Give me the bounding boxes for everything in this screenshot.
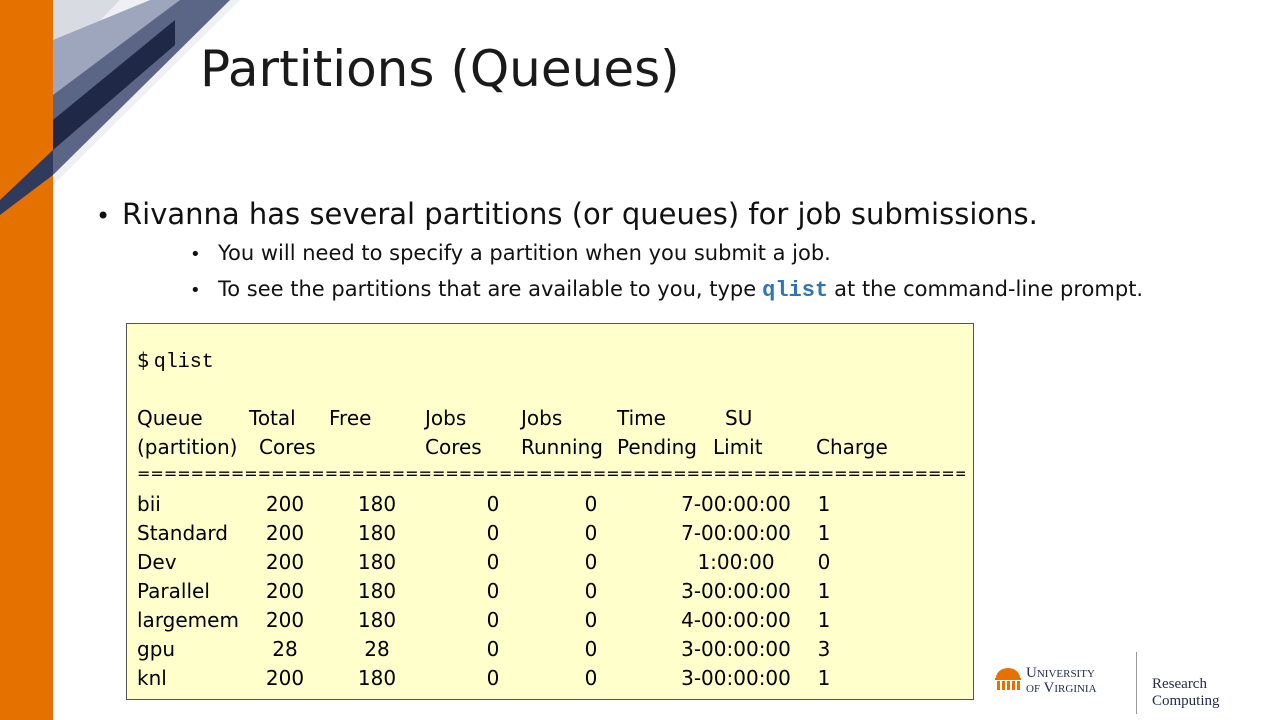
header-jobs-1: Jobs	[425, 406, 467, 430]
command-text: qlist	[153, 351, 214, 374]
jobs-cores: 0	[486, 579, 500, 603]
queue-name: knl	[137, 666, 167, 690]
jobs-cores: 0	[486, 492, 500, 516]
main-bullet-text: Rivanna has several partitions (or queue…	[122, 197, 1038, 231]
queue-name: largemem	[137, 608, 239, 632]
sub-bullet-2-text: To see the partitions that are available…	[218, 277, 757, 301]
header-queue: Queue	[137, 406, 203, 430]
free-cores: 180	[357, 608, 397, 632]
jobs-cores: 0	[486, 521, 500, 545]
queue-name: gpu	[137, 637, 176, 661]
header-cores-2: Cores	[425, 435, 482, 459]
rotunda-icon	[995, 668, 1021, 690]
su-charge: 1	[817, 579, 831, 603]
su-charge: 3	[817, 637, 831, 661]
queue-name: bii	[137, 492, 161, 516]
terminal-output-box: $ qlist Queue Total Free Jobs Jobs Time S…	[126, 323, 974, 700]
su-charge: 0	[817, 550, 831, 574]
sub-bullet-1-text: You will need to specify a partition whe…	[218, 241, 831, 265]
header-time: Time	[617, 406, 666, 430]
sub-bullet-1: • You will need to specify a partition w…	[190, 241, 1206, 277]
header-free: Free	[329, 406, 372, 430]
free-cores: 28	[364, 637, 390, 661]
free-cores: 180	[357, 550, 397, 574]
queue-name: Parallel	[137, 579, 210, 603]
header-cores: Cores	[259, 435, 316, 459]
prompt-symbol: $	[137, 348, 150, 372]
time-limit: 3-00:00:00	[681, 579, 791, 603]
main-bullet: • Rivanna has several partitions (or que…	[96, 197, 1206, 231]
time-limit: 7-00:00:00	[681, 521, 791, 545]
total-cores: 200	[265, 521, 305, 545]
command-prompt: $ qlist	[137, 348, 214, 374]
su-charge: 1	[817, 521, 831, 545]
bullet-dot: •	[96, 202, 111, 230]
total-cores: 200	[265, 492, 305, 516]
header-jobs-2: Jobs	[521, 406, 563, 430]
logo-divider	[1136, 652, 1137, 714]
bullet-list: • Rivanna has several partitions (or que…	[96, 197, 1206, 313]
university-line-1: University	[1026, 665, 1095, 681]
header-running: Running	[521, 435, 603, 459]
header-charge: Charge	[816, 435, 888, 459]
time-limit: 3-00:00:00	[681, 666, 791, 690]
header-partition: (partition)	[137, 435, 238, 459]
total-cores: 200	[265, 579, 305, 603]
university-wordmark: University of Virginia	[1026, 666, 1097, 696]
decorative-stripes	[0, 0, 240, 215]
separator-line: ========================================…	[137, 464, 965, 483]
time-limit: 3-00:00:00	[681, 637, 791, 661]
sub-bullet-2-text-end: at the command-line prompt.	[834, 277, 1144, 301]
total-cores: 28	[272, 637, 298, 661]
jobs-running: 0	[584, 521, 598, 545]
free-cores: 180	[357, 579, 397, 603]
bullet-dot: •	[190, 280, 201, 301]
jobs-running: 0	[584, 608, 598, 632]
su-charge: 1	[817, 492, 831, 516]
total-cores: 200	[265, 550, 305, 574]
university-line-2: of Virginia	[1026, 680, 1097, 696]
header-total: Total	[249, 406, 296, 430]
free-cores: 180	[357, 666, 397, 690]
sub-bullet-2: • To see the partitions that are availab…	[190, 277, 1206, 313]
queue-name: Standard	[137, 521, 228, 545]
sub-bullets: • You will need to specify a partition w…	[190, 241, 1206, 313]
jobs-running: 0	[584, 492, 598, 516]
jobs-cores: 0	[486, 637, 500, 661]
jobs-running: 0	[584, 637, 598, 661]
uva-research-computing-logo: University of Virginia Research Computin…	[994, 652, 1274, 714]
jobs-running: 0	[584, 666, 598, 690]
time-limit: 1:00:00	[697, 550, 775, 574]
jobs-cores: 0	[486, 550, 500, 574]
bullet-dot: •	[190, 244, 201, 265]
su-charge: 1	[817, 608, 831, 632]
slide-title: Partitions (Queues)	[200, 40, 680, 98]
jobs-running: 0	[584, 550, 598, 574]
header-su: SU	[725, 406, 753, 430]
jobs-cores: 0	[486, 608, 500, 632]
qlist-command-inline: qlist	[762, 278, 829, 303]
su-charge: 1	[817, 666, 831, 690]
queue-name: Dev	[137, 550, 177, 574]
time-limit: 4-00:00:00	[681, 608, 791, 632]
jobs-cores: 0	[486, 666, 500, 690]
header-pending: Pending	[617, 435, 697, 459]
header-limit: Limit	[713, 435, 763, 459]
department-name: Research Computing	[1152, 676, 1220, 709]
free-cores: 180	[357, 492, 397, 516]
total-cores: 200	[265, 608, 305, 632]
time-limit: 7-00:00:00	[681, 492, 791, 516]
total-cores: 200	[265, 666, 305, 690]
jobs-running: 0	[584, 579, 598, 603]
free-cores: 180	[357, 521, 397, 545]
